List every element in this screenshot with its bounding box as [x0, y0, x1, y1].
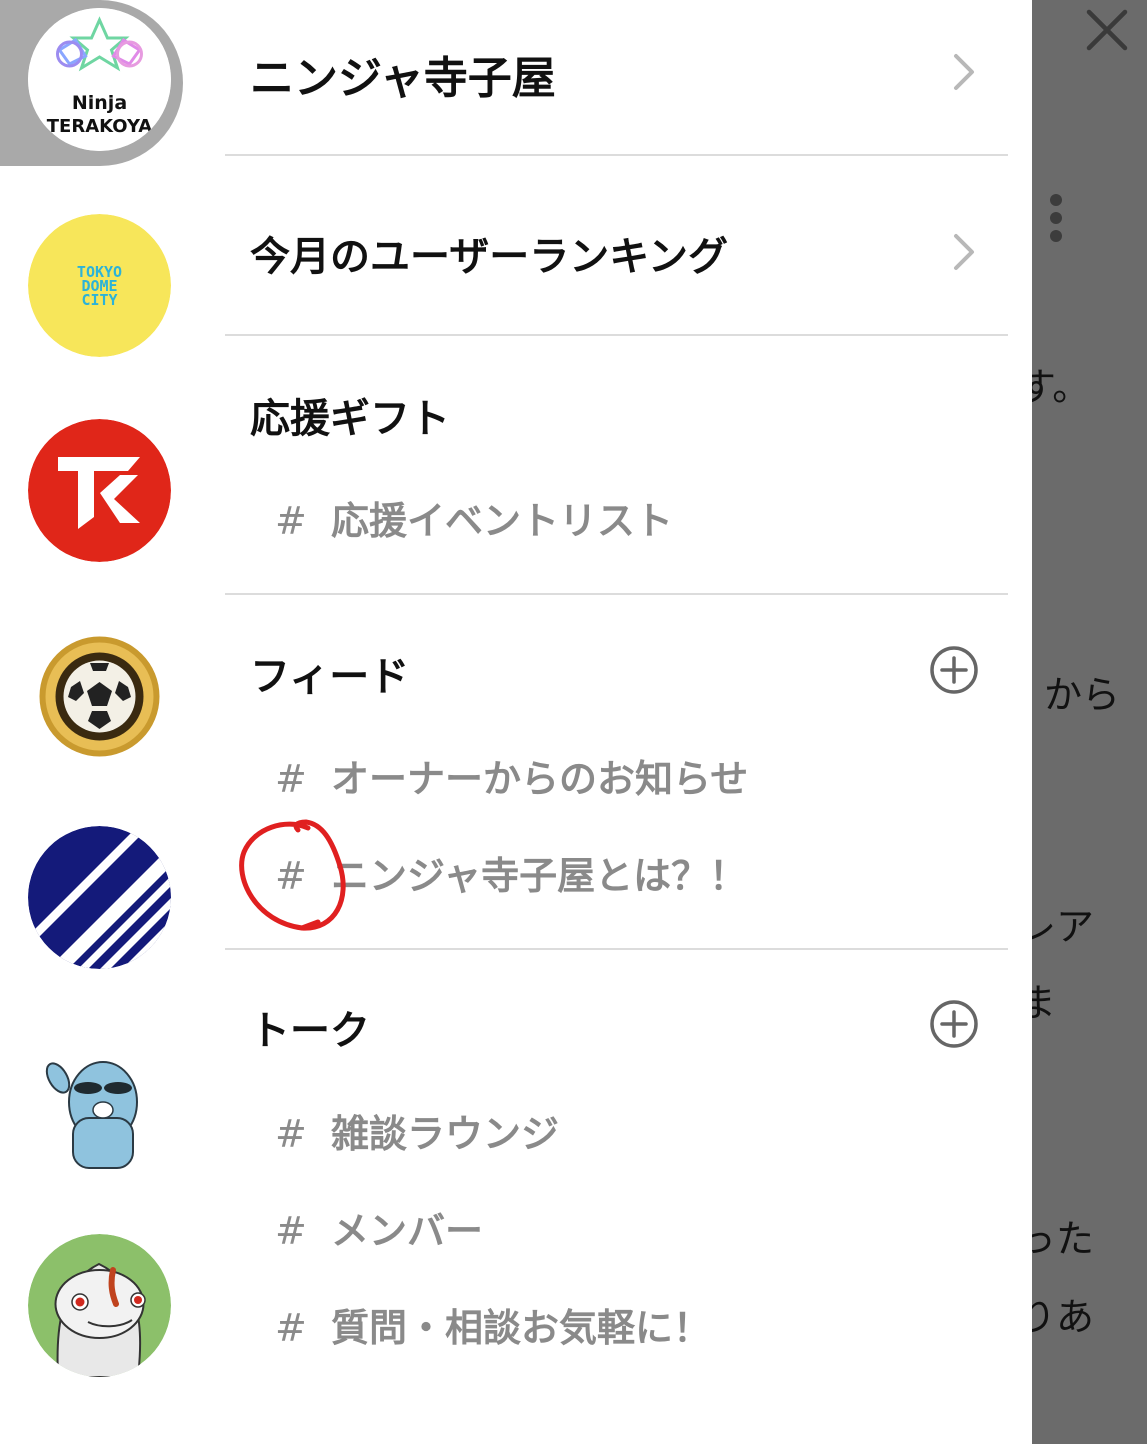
server-logo-text: Ninja: [72, 92, 127, 114]
channel-label: 質問・相談お気軽に！: [331, 1306, 712, 1350]
background-text: す。: [1032, 365, 1091, 409]
hash-icon: #: [275, 854, 307, 898]
hash-icon: #: [275, 499, 307, 543]
section-title-feed: フィード: [250, 654, 410, 700]
divider: [225, 334, 1008, 336]
add-feed-channel-icon[interactable]: [928, 644, 980, 696]
server-icon-blue-mascot[interactable]: [28, 1040, 171, 1183]
divider: [225, 593, 1008, 595]
hash-icon: #: [275, 1306, 307, 1350]
hash-icon: #: [275, 1112, 307, 1156]
background-text: から: [1044, 673, 1121, 717]
chevron-right-icon: [954, 234, 974, 270]
server-icon-navy-stripe[interactable]: [28, 826, 171, 969]
section-title-talk: トーク: [250, 1008, 370, 1054]
server-icon-red-k[interactable]: [28, 419, 171, 562]
channel-item[interactable]: # メンバー: [275, 1200, 483, 1260]
server-rail: Ninja TERAKOYA TOKYO DOME CITY: [0, 0, 200, 1444]
channel-item[interactable]: # 応援イベントリスト: [275, 490, 673, 550]
community-title: ニンジャ寺子屋: [250, 53, 556, 104]
channel-item[interactable]: # 雑談ラウンジ: [275, 1103, 559, 1163]
channel-item[interactable]: # オーナーからのお知らせ: [275, 748, 748, 808]
more-options-icon[interactable]: [1043, 190, 1069, 246]
divider: [225, 948, 1008, 950]
channel-item[interactable]: # ニンジャ寺子屋とは？！: [275, 845, 747, 905]
server-icon-snake-mascot[interactable]: [28, 1234, 171, 1377]
server-icon-tokyo-dome-city[interactable]: TOKYO DOME CITY: [28, 214, 171, 357]
community-title-row[interactable]: ニンジャ寺子屋: [225, 20, 1008, 120]
background-text: った: [1032, 1217, 1095, 1261]
channel-label: オーナーからのお知らせ: [331, 757, 749, 801]
server-logo-text: TERAKOYA: [47, 116, 152, 137]
svg-text:CITY: CITY: [81, 291, 117, 309]
background-text: ま: [1032, 981, 1057, 1025]
hash-icon: #: [275, 1209, 307, 1253]
close-icon[interactable]: [1083, 6, 1131, 54]
chevron-right-icon: [954, 54, 974, 90]
hash-icon: #: [275, 757, 307, 801]
ranking-label: 今月のユーザーランキング: [250, 234, 728, 280]
ranking-row[interactable]: 今月のユーザーランキング: [225, 196, 1008, 306]
channel-label: 応援イベントリスト: [331, 499, 674, 543]
section-title-gift: 応援ギフト: [250, 396, 450, 442]
channel-label: メンバー: [331, 1209, 484, 1253]
background-text: りあ: [1032, 1295, 1095, 1339]
channel-item[interactable]: # 質問・相談お気軽に！: [275, 1297, 711, 1357]
channel-label: 雑談ラウンジ: [331, 1112, 560, 1156]
background-text: レア: [1032, 905, 1095, 949]
server-icon-ninja-terakoya[interactable]: Ninja TERAKOYA: [28, 8, 171, 151]
server-icon-soccer-coin[interactable]: [28, 625, 171, 768]
add-talk-channel-icon[interactable]: [928, 998, 980, 1050]
divider: [225, 154, 1008, 156]
channel-menu: ニンジャ寺子屋 今月のユーザーランキング 応援ギフト # 応援イベントリスト フィ…: [225, 0, 1008, 1444]
channel-label: ニンジャ寺子屋とは？！: [331, 854, 748, 898]
